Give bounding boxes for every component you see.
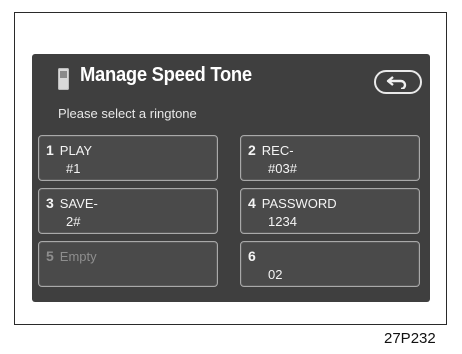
option-value: 1234 (268, 214, 297, 229)
option-number: 2 (248, 142, 256, 158)
option-number: 1 (46, 142, 54, 158)
option-value: #1 (66, 161, 81, 176)
phone-icon (58, 68, 69, 90)
option-label: SAVE- (59, 196, 98, 211)
back-button[interactable] (374, 70, 422, 94)
speed-tone-6-button[interactable]: 6 02 (240, 241, 420, 287)
option-value: 2# (66, 214, 81, 229)
option-label: PLAY (59, 143, 93, 158)
speed-tone-5-button: 5 Empty (38, 241, 218, 287)
option-number: 5 (46, 248, 54, 264)
return-arrow-icon (386, 76, 407, 89)
speed-tone-2-button[interactable]: 2 REC- #03# (240, 135, 420, 181)
option-value: 02 (268, 267, 283, 282)
navigation-screen: Manage Speed Tone Please select a ringto… (32, 54, 430, 302)
option-number: 6 (248, 248, 256, 264)
speed-tone-1-button[interactable]: 1 PLAY #1 (38, 135, 218, 181)
option-label: Empty (59, 249, 97, 264)
instruction-text: Please select a ringtone (58, 106, 197, 121)
option-value: #03# (268, 161, 297, 176)
option-label: PASSWORD (261, 196, 337, 211)
page-title: Manage Speed Tone (80, 64, 252, 86)
speed-tone-4-button[interactable]: 4 PASSWORD 1234 (240, 188, 420, 234)
option-label: REC- (261, 143, 294, 158)
option-number: 4 (248, 195, 256, 211)
speed-tone-3-button[interactable]: 3 SAVE- 2# (38, 188, 218, 234)
figure-caption: 27P232 (384, 330, 436, 347)
option-number: 3 (46, 195, 54, 211)
